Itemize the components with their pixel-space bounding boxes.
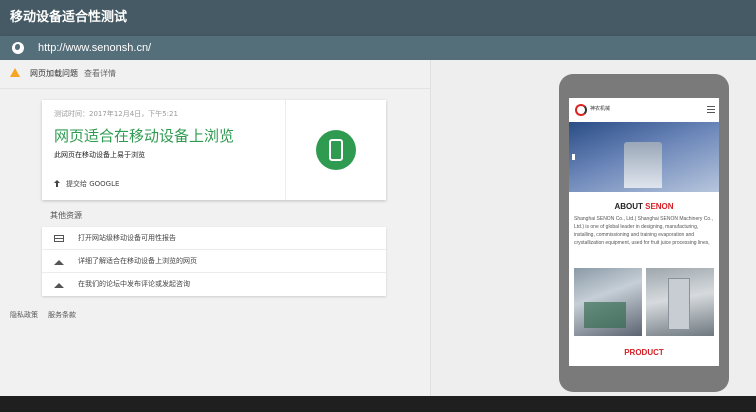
phone-frame: 神农机械 ABOUT SENON Shanghai SENON Co., Ltd… [559, 74, 729, 392]
chevron-left-icon[interactable] [571, 154, 575, 160]
about-heading: ABOUT SENON [569, 202, 719, 211]
submit-label: 提交给 GOOGLE [66, 180, 120, 188]
report-icon [54, 235, 64, 242]
resource-item-forum[interactable]: 在我们的论坛中发布评论或发起咨询 [42, 273, 386, 296]
preview-panel: 神农机械 ABOUT SENON Shanghai SENON Co., Ltd… [430, 60, 756, 396]
menu-icon[interactable] [707, 106, 715, 113]
url-text: http://www.senonsh.cn/ [38, 42, 152, 54]
equipment-photo [646, 268, 714, 336]
divider [0, 88, 430, 89]
test-time: 测试时间：2017年12月4日，下午5:21 [54, 110, 178, 118]
resource-label: 详细了解适合在移动设备上浏览的网页 [78, 257, 197, 265]
result-headline: 网页适合在移动设备上浏览 [54, 127, 235, 145]
results-panel: 网页加载问题 查看详情 测试时间：2017年12月4日，下午5:21 网页适合在移… [0, 60, 430, 396]
result-card-body: 测试时间：2017年12月4日，下午5:21 网页适合在移动设备上浏览 此网页在… [42, 100, 286, 200]
resource-item-learn[interactable]: 详细了解适合在移动设备上浏览的网页 [42, 250, 386, 273]
resource-label: 在我们的论坛中发布评论或发起咨询 [78, 280, 190, 288]
view-details-link[interactable]: 查看详情 [84, 69, 116, 78]
resource-item-report[interactable]: 打开网站级移动设备可用性报告 [42, 227, 386, 250]
phone-screen[interactable]: 神农机械 ABOUT SENON Shanghai SENON Co., Ltd… [569, 98, 719, 366]
footer-links: 隐私政策 服务条款 [10, 310, 86, 320]
window-title: 移动设备适合性测试 [0, 0, 756, 36]
page-loading-issues[interactable]: 网页加载问题 查看详情 [10, 68, 116, 79]
submit-to-google-button[interactable]: 提交给 GOOGLE [54, 179, 119, 189]
address-bar[interactable]: http://www.senonsh.cn/ [0, 36, 756, 60]
privacy-link[interactable]: 隐私政策 [10, 311, 38, 319]
product-heading: PRODUCT [624, 348, 664, 357]
smartphone-icon [329, 139, 343, 161]
issues-label: 网页加载问题 [30, 69, 78, 78]
learn-icon [54, 258, 64, 265]
site-logo-text: 神农机械 [590, 106, 611, 112]
factory-photo [574, 268, 642, 336]
other-resources-title: 其他资源 [50, 211, 82, 220]
result-card: 测试时间：2017年12月4日，下午5:21 网页适合在移动设备上浏览 此网页在… [42, 100, 386, 200]
hero-image [569, 122, 719, 192]
result-subtext: 此网页在移动设备上易于浏览 [54, 151, 145, 159]
terms-link[interactable]: 服务条款 [48, 311, 76, 319]
warning-icon [10, 68, 20, 77]
resource-label: 打开网站级移动设备可用性报告 [78, 234, 176, 242]
about-prefix: ABOUT [614, 202, 646, 211]
about-brand: SENON [645, 202, 674, 211]
logo-icon [575, 104, 587, 116]
mobile-friendly-badge [316, 130, 356, 170]
hero-equipment [624, 142, 662, 188]
other-resources-list: 打开网站级移动设备可用性报告 详细了解适合在移动设备上浏览的网页 在我们的论坛中… [42, 227, 386, 296]
about-body: Shanghai SENON Co., Ltd.( Shanghai SENON… [574, 216, 713, 246]
globe-icon [12, 42, 24, 54]
site-header: 神农机械 [569, 98, 719, 122]
upload-icon [54, 180, 60, 187]
forum-icon [54, 281, 64, 288]
bottom-bar [0, 396, 756, 412]
